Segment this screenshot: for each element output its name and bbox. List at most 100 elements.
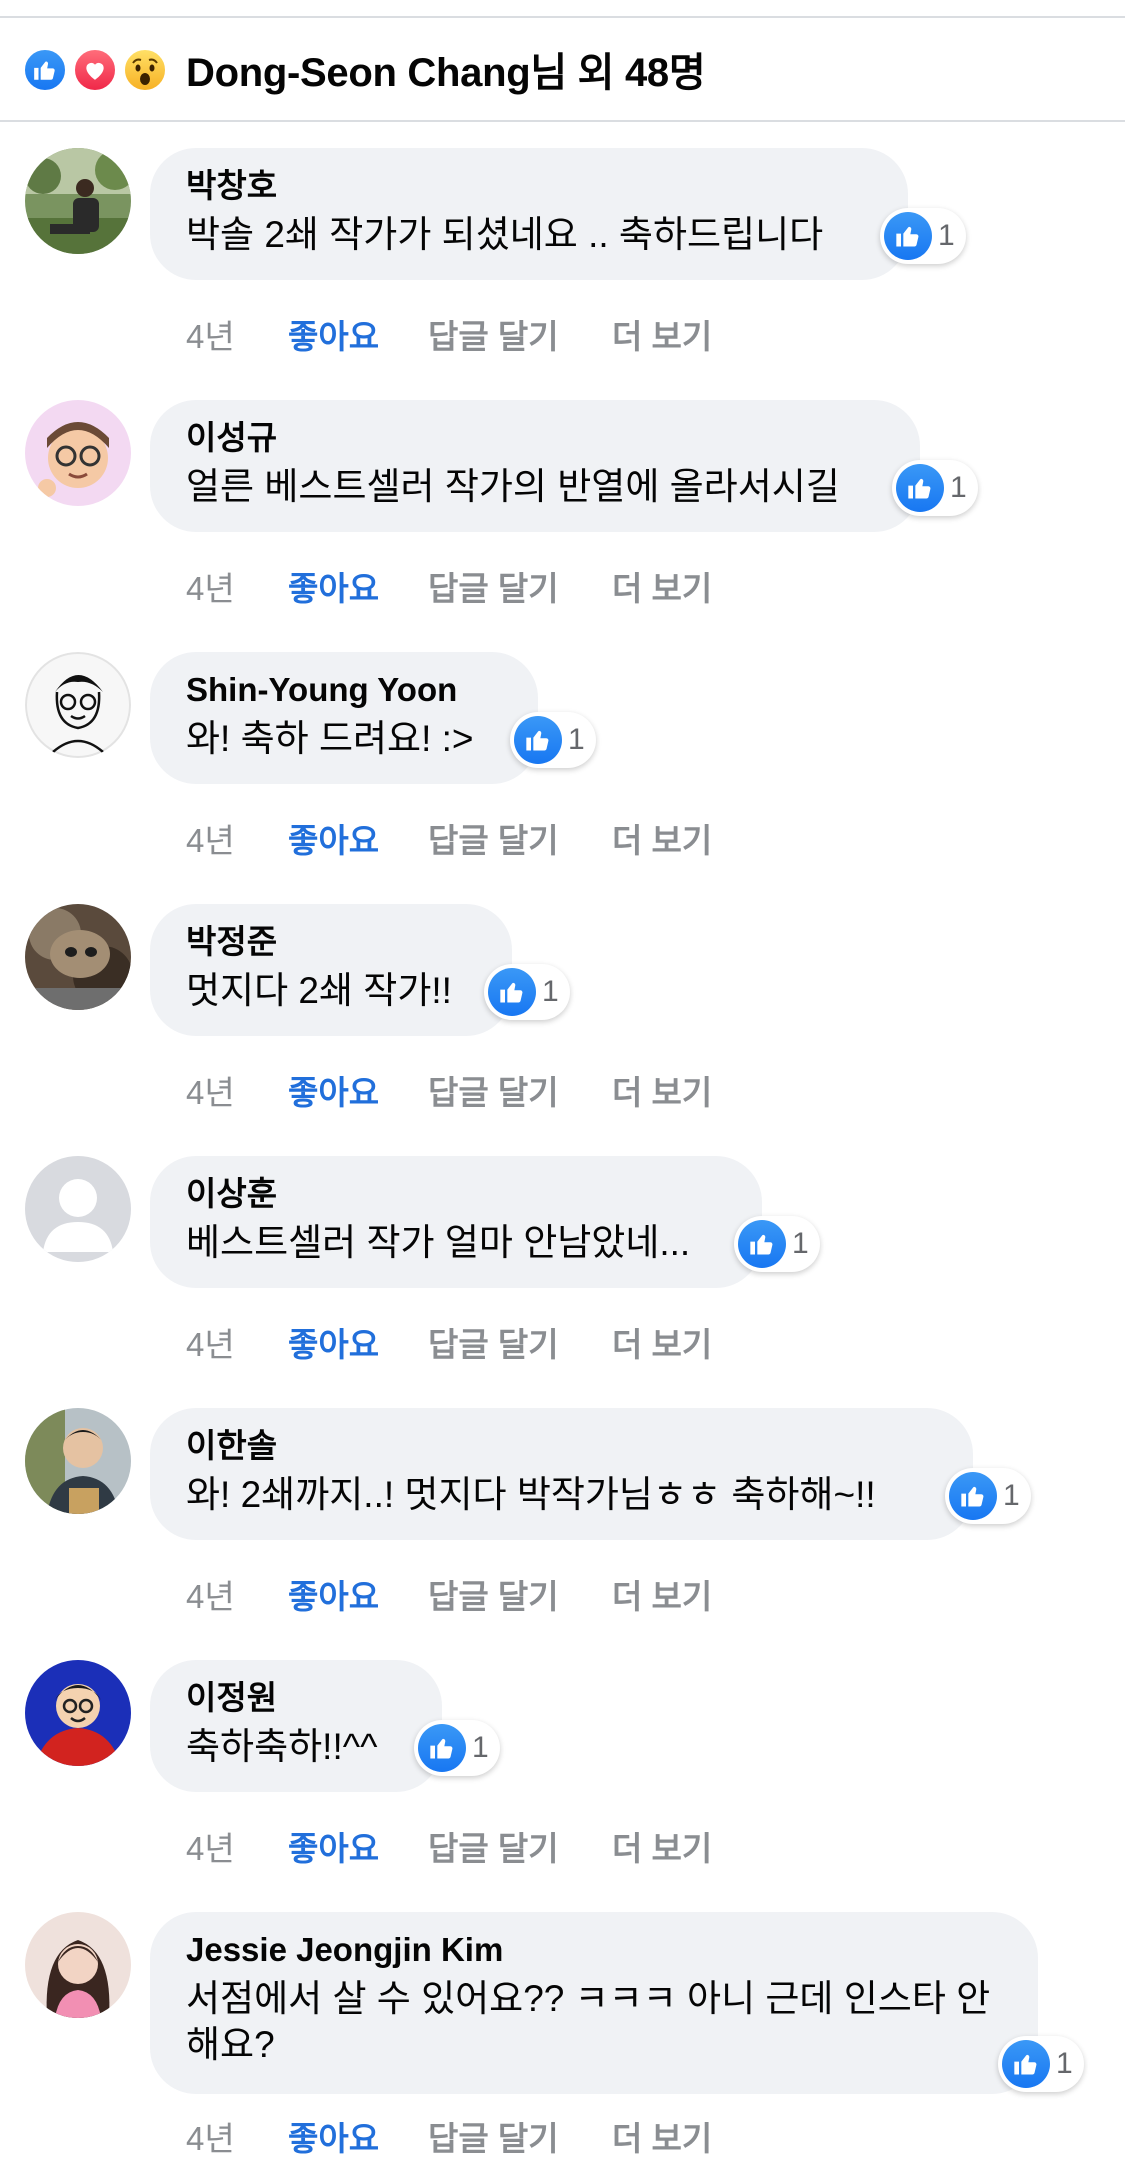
reply-button[interactable]: 답글 달기 [428, 310, 612, 358]
comment-like-count-pill[interactable]: 1 [414, 1720, 500, 1776]
comment-actions: 4년 좋아요 답글 달기 더 보기 [186, 2112, 712, 2160]
photo-selfie-avatar[interactable] [25, 1408, 131, 1514]
like-icon [738, 1220, 786, 1268]
like-count: 1 [938, 219, 955, 252]
like-icon [1002, 2040, 1050, 2088]
comment-bubble: 박창호 박솔 2쇄 작가가 되셨네요 .. 축하드립니다 1 [150, 148, 966, 280]
like-button[interactable]: 좋아요 [288, 1570, 428, 1618]
comment-like-count-pill[interactable]: 1 [892, 460, 978, 516]
reaction-icons-group [22, 41, 172, 97]
like-button[interactable]: 좋아요 [288, 310, 428, 358]
reply-button[interactable]: 답글 달기 [428, 1570, 612, 1618]
comment-timestamp[interactable]: 4년 [186, 562, 288, 610]
comment-author[interactable]: Jessie Jeongjin Kim [186, 1930, 1002, 1970]
comment-bubble: Shin-Young Yoon 와! 축하 드려요! :> 1 [150, 652, 596, 784]
more-button[interactable]: 더 보기 [612, 1318, 712, 1366]
comment-text: 축하축하!!^^ [186, 1726, 378, 1767]
comment-timestamp[interactable]: 4년 [186, 1318, 288, 1366]
reaction-summary-text: Dong-Seon Chang님 외 48명 [186, 51, 706, 95]
comment-like-count-pill[interactable]: 1 [484, 964, 570, 1020]
photo-woman-avatar[interactable] [25, 1912, 131, 2018]
more-button[interactable]: 더 보기 [612, 1570, 712, 1618]
like-button[interactable]: 좋아요 [288, 2112, 428, 2160]
comment-author[interactable]: 이한솔 [186, 1426, 937, 1466]
more-button[interactable]: 더 보기 [612, 2112, 712, 2160]
photo-cat-avatar[interactable] [25, 904, 131, 1010]
more-button[interactable]: 더 보기 [612, 1066, 712, 1114]
reply-button[interactable]: 답글 달기 [428, 1822, 612, 1870]
comment-timestamp[interactable]: 4년 [186, 814, 288, 862]
comment-author[interactable]: 이성규 [186, 418, 884, 458]
comment-text: 와! 축하 드려요! :> [186, 718, 474, 759]
like-icon [949, 1472, 997, 1520]
reply-button[interactable]: 답글 달기 [428, 1318, 612, 1366]
comment-author[interactable]: Shin-Young Yoon [186, 670, 502, 710]
comment-text: 베스트셀러 작가 얼마 안남았네... [186, 1222, 691, 1263]
like-icon [896, 464, 944, 512]
default-person-avatar[interactable] [25, 1156, 131, 1262]
more-button[interactable]: 더 보기 [612, 1822, 712, 1870]
comment-like-count-pill[interactable]: 1 [880, 208, 966, 264]
like-count: 1 [542, 975, 559, 1008]
comment-actions: 4년 좋아요 답글 달기 더 보기 [186, 562, 712, 610]
comment-actions: 4년 좋아요 답글 달기 더 보기 [186, 1822, 712, 1870]
comment-bubble: 이정원 축하축하!!^^ 1 [150, 1660, 500, 1792]
comment-timestamp[interactable]: 4년 [186, 1570, 288, 1618]
comment-like-count-pill[interactable]: 1 [998, 2036, 1084, 2092]
reply-button[interactable]: 답글 달기 [428, 2112, 612, 2160]
like-icon [884, 212, 932, 260]
like-count: 1 [568, 723, 585, 756]
like-count: 1 [1056, 2047, 1073, 2080]
more-button[interactable]: 더 보기 [612, 562, 712, 610]
comment-actions: 4년 좋아요 답글 달기 더 보기 [186, 310, 712, 358]
cartoon-red-avatar[interactable] [25, 1660, 131, 1766]
comment-author[interactable]: 이상훈 [186, 1174, 726, 1214]
comment-timestamp[interactable]: 4년 [186, 1066, 288, 1114]
comment-author[interactable]: 박정준 [186, 922, 476, 962]
comment-text: 얼른 베스트셀러 작가의 반열에 올라서시길 [186, 466, 840, 507]
comment-timestamp[interactable]: 4년 [186, 1822, 288, 1870]
like-count: 1 [950, 471, 967, 504]
like-reaction-icon [22, 47, 68, 93]
like-count: 1 [472, 1731, 489, 1764]
like-button[interactable]: 좋아요 [288, 1066, 428, 1114]
comment-text: 서점에서 살 수 있어요?? ㅋㅋㅋ 아니 근데 인스타 안해요? [186, 1978, 991, 2065]
comment-actions: 4년 좋아요 답글 달기 더 보기 [186, 814, 712, 862]
reactions-summary-bar[interactable]: Dong-Seon Chang님 외 48명 [0, 18, 1125, 120]
more-button[interactable]: 더 보기 [612, 814, 712, 862]
love-reaction-icon [72, 47, 118, 93]
comment-text: 멋지다 2쇄 작가!! [186, 970, 452, 1011]
comment-actions: 4년 좋아요 답글 달기 더 보기 [186, 1066, 712, 1114]
comment-author[interactable]: 박창호 [186, 166, 872, 206]
comment-like-count-pill[interactable]: 1 [734, 1216, 820, 1272]
reply-button[interactable]: 답글 달기 [428, 814, 612, 862]
sketch-face-avatar[interactable] [25, 652, 131, 758]
cartoon-glasses-avatar[interactable] [25, 400, 131, 506]
comment-actions: 4년 좋아요 답글 달기 더 보기 [186, 1570, 712, 1618]
comment-bubble: 박정준 멋지다 2쇄 작가!! 1 [150, 904, 570, 1036]
like-button[interactable]: 좋아요 [288, 814, 428, 862]
comment-like-count-pill[interactable]: 1 [945, 1468, 1031, 1524]
comment-bubble: Jessie Jeongjin Kim 서점에서 살 수 있어요?? ㅋㅋㅋ 아… [150, 1912, 1084, 2094]
like-count: 1 [1003, 1479, 1020, 1512]
wow-reaction-icon [122, 47, 168, 93]
reply-button[interactable]: 답글 달기 [428, 1066, 612, 1114]
like-icon [514, 716, 562, 764]
like-count: 1 [792, 1227, 809, 1260]
like-button[interactable]: 좋아요 [288, 1318, 428, 1366]
comment-timestamp[interactable]: 4년 [186, 2112, 288, 2160]
like-icon [488, 968, 536, 1016]
comment-text: 와! 2쇄까지..! 멋지다 박작가님ㅎㅎ 축하해~!! [186, 1474, 876, 1515]
reply-button[interactable]: 답글 달기 [428, 562, 612, 610]
comment-bubble: 이상훈 베스트셀러 작가 얼마 안남았네... 1 [150, 1156, 820, 1288]
header-divider [0, 120, 1125, 122]
comment-author[interactable]: 이정원 [186, 1678, 406, 1718]
like-button[interactable]: 좋아요 [288, 562, 428, 610]
more-button[interactable]: 더 보기 [612, 310, 712, 358]
comment-actions: 4년 좋아요 답글 달기 더 보기 [186, 1318, 712, 1366]
comment-timestamp[interactable]: 4년 [186, 310, 288, 358]
comment-bubble: 이한솔 와! 2쇄까지..! 멋지다 박작가님ㅎㅎ 축하해~!! 1 [150, 1408, 1031, 1540]
like-button[interactable]: 좋아요 [288, 1822, 428, 1870]
comment-like-count-pill[interactable]: 1 [510, 712, 596, 768]
photo-park-avatar[interactable] [25, 148, 131, 254]
